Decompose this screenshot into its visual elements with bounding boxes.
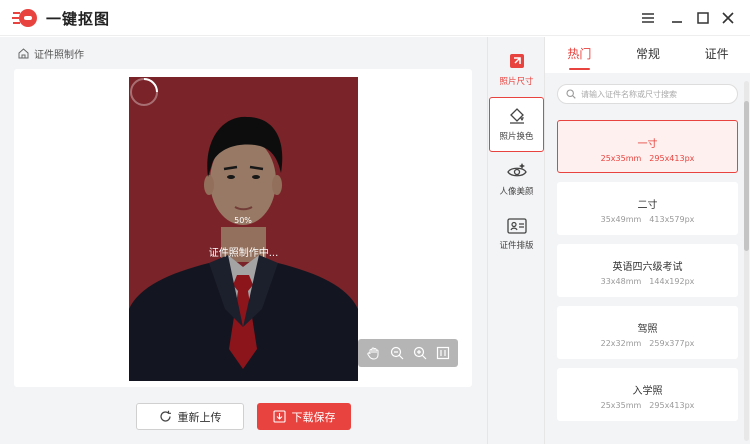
tool-column: 照片尺寸 照片换色 人像美颜 证件排版 [487,37,544,444]
spinner-icon [130,78,158,106]
tab-regular[interactable]: 常规 [614,37,683,73]
breadcrumb-label: 证件照制作 [34,49,84,61]
spec-size: 33x48mm 144x192px [557,277,738,286]
refresh-icon [159,410,171,422]
maximize-icon[interactable] [691,6,715,30]
photo-canvas: 50% 证件照制作中... [14,69,472,387]
search-box [557,84,738,104]
eye-icon [506,163,527,177]
search-icon [566,89,576,99]
menu-icon[interactable] [636,6,660,30]
spec-name: 一寸 [637,139,658,150]
work-area: 证件照制作 50% 证件照制作中... 重新上传 下载保存 [0,37,487,444]
spec-px: 295x413px [649,401,695,410]
download-save-button[interactable]: 下载保存 [257,403,351,430]
id-card-icon [506,218,527,234]
fit-icon[interactable] [434,344,452,362]
spec-name: 二寸 [637,200,658,211]
spec-mm: 33x48mm [600,277,642,286]
spec-card[interactable]: 英语四六级考试 33x48mm 144x192px [557,244,738,297]
spec-px: 259x377px [649,339,695,348]
spec-card[interactable]: 入学照 25x35mm 295x413px [557,368,738,421]
minimize-icon[interactable] [665,6,689,30]
spec-panel: 热门 常规 证件 一寸 25x35mm 295x413px 二寸 35x49mm 4… [544,37,750,444]
tool-label: 人像美颜 [499,187,534,197]
spec-scrollbar[interactable] [744,81,749,441]
tool-change-color[interactable]: 照片换色 [489,97,544,152]
tool-label: 照片尺寸 [499,77,534,87]
close-icon[interactable] [716,6,740,30]
scrollbar-thumb[interactable] [744,101,749,251]
tool-label: 证件排版 [499,241,534,251]
spec-mm: 22x32mm [600,339,642,348]
zoom-out-icon[interactable] [388,344,406,362]
spec-card[interactable]: 二寸 35x49mm 413x579px [557,182,738,235]
spec-px: 295x413px [649,154,695,163]
spec-name: 入学照 [632,386,663,397]
tab-hot[interactable]: 热门 [545,37,614,73]
save-label: 下载保存 [291,410,336,424]
spec-tabs: 热门 常规 证件 [545,37,750,73]
search-input[interactable] [581,89,731,99]
id-photo: 50% 证件照制作中... [129,77,358,381]
hand-icon[interactable] [365,344,383,362]
spec-card[interactable]: 驾照 22x32mm 259x377px [557,306,738,359]
progress-percent: 50% [234,216,252,225]
tool-layout[interactable]: 证件排版 [489,207,544,262]
spec-px: 144x192px [649,277,695,286]
spec-size: 35x49mm 413x579px [557,215,738,224]
tool-beauty[interactable]: 人像美颜 [489,152,544,207]
download-icon [272,410,286,423]
paint-bucket-icon [509,108,524,124]
spec-card[interactable]: 一寸 25x35mm 295x413px [557,120,738,173]
loading-overlay [129,77,358,381]
spec-size: 22x32mm 259x377px [557,339,738,348]
crop-icon [509,54,524,68]
processing-status: 证件照制作中... [208,248,279,259]
spec-mm: 25x35mm [600,401,642,410]
spec-name: 驾照 [637,324,658,335]
spec-mm: 35x49mm [600,215,642,224]
spec-px: 413x579px [649,215,695,224]
spec-size: 25x35mm 295x413px [557,401,738,410]
title-bar: 一键抠图 [0,0,750,36]
reupload-button[interactable]: 重新上传 [136,403,244,430]
reupload-label: 重新上传 [177,410,222,424]
tool-photo-size[interactable]: 照片尺寸 [489,42,544,97]
tool-label: 照片换色 [499,132,534,142]
breadcrumb[interactable]: 证件照制作 [18,45,84,61]
view-toolbar [358,339,458,367]
home-icon [18,47,29,58]
zoom-in-icon[interactable] [411,344,429,362]
spec-mm: 25x35mm [600,154,642,163]
spec-name: 英语四六级考试 [612,262,683,273]
app-logo-icon [12,9,37,27]
spec-size: 25x35mm 295x413px [558,154,737,163]
app-title: 一键抠图 [46,10,111,28]
tab-certificate[interactable]: 证件 [682,37,750,73]
